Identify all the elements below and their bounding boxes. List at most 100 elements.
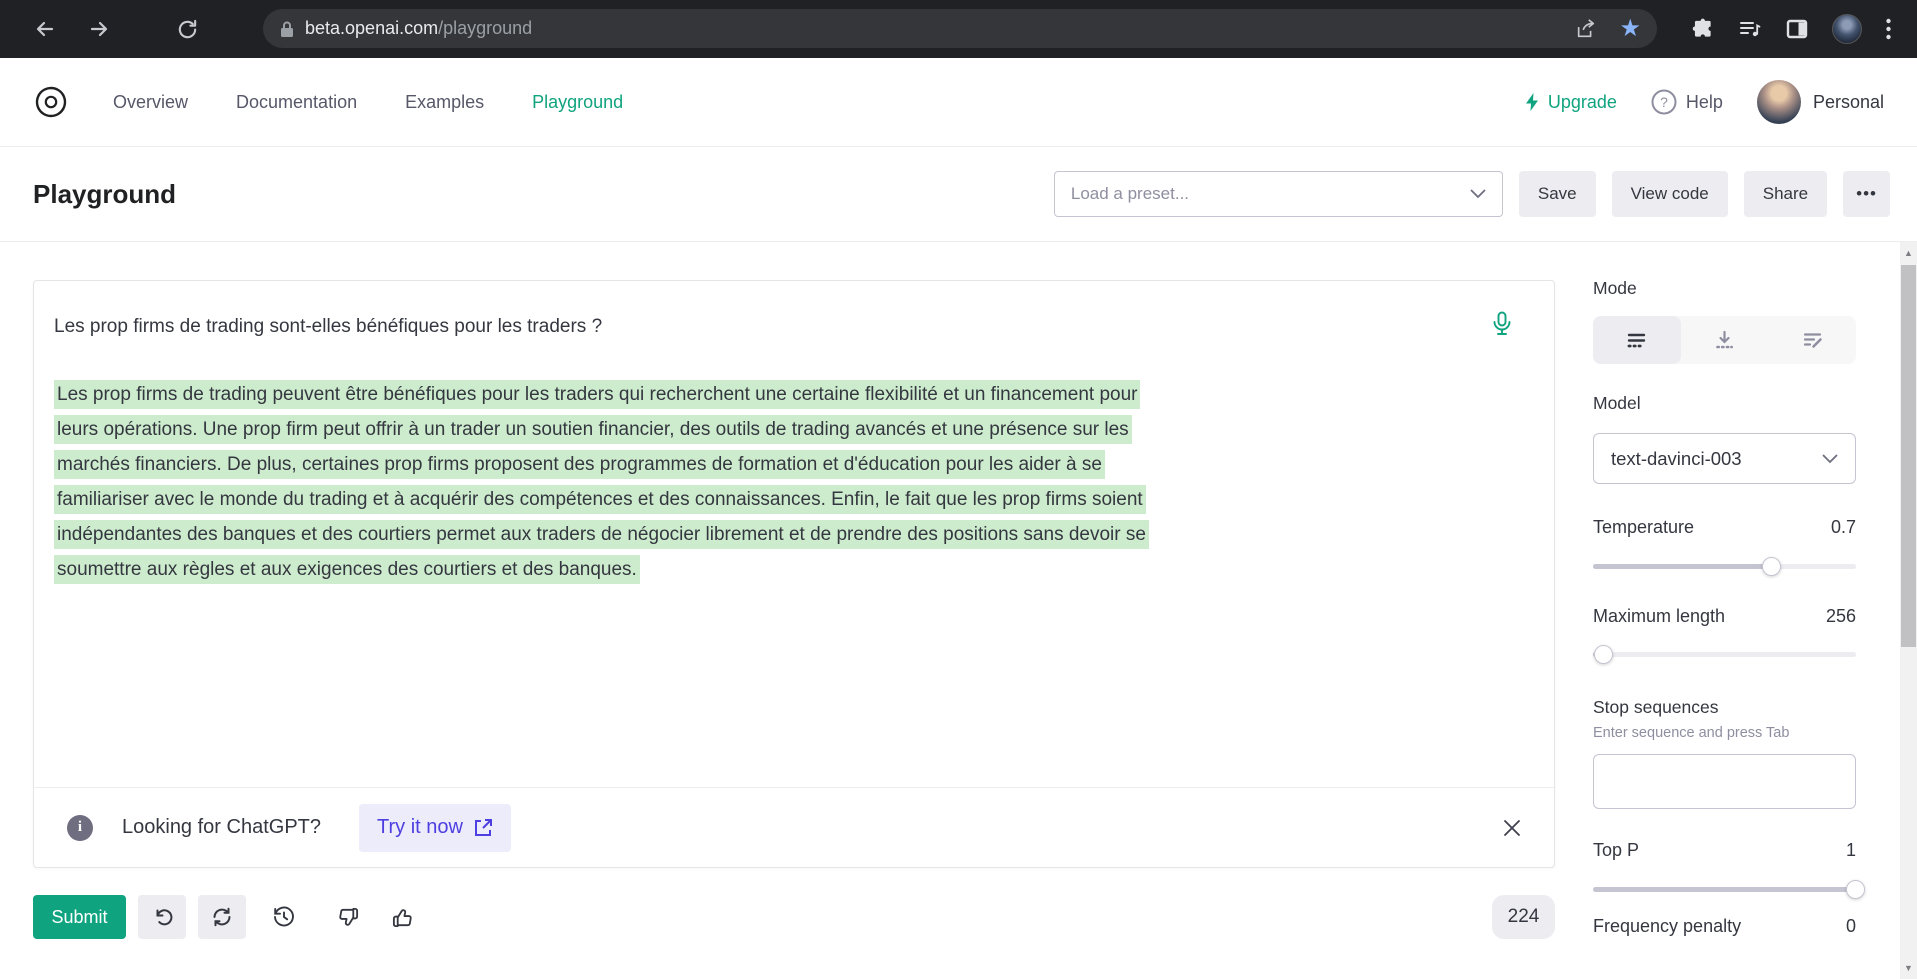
temperature-slider[interactable] <box>1593 564 1856 569</box>
save-button[interactable]: Save <box>1519 171 1596 217</box>
media-controls-icon[interactable] <box>1738 17 1762 41</box>
frequency-penalty-label: Frequency penalty <box>1593 916 1741 937</box>
thumbs-up-icon <box>391 906 414 929</box>
browser-chrome: beta.openai.com/playground ★ <box>0 0 1917 58</box>
completion-line: leurs opérations. Une prop firm peut off… <box>54 415 1132 444</box>
max-length-row: Maximum length 256 <box>1593 606 1856 627</box>
forward-icon <box>87 17 111 41</box>
top-p-slider-thumb[interactable] <box>1846 880 1865 899</box>
browser-back-button[interactable] <box>30 14 60 44</box>
submit-button[interactable]: Submit <box>33 895 126 939</box>
chatgpt-banner: i Looking for ChatGPT? Try it now <box>34 787 1554 867</box>
scrollbar-down-arrow[interactable]: ▼ <box>1900 960 1917 976</box>
completion-line: soumettre aux règles et aux exigences de… <box>54 555 640 584</box>
account-avatar <box>1757 80 1801 124</box>
undo-button[interactable] <box>138 895 186 939</box>
side-panel-icon[interactable] <box>1786 18 1808 40</box>
help-label: Help <box>1686 92 1723 113</box>
model-value: text-davinci-003 <box>1611 448 1742 470</box>
scrollbar-thumb[interactable] <box>1901 265 1916 647</box>
extensions-puzzle-icon[interactable] <box>1691 18 1714 41</box>
account-menu[interactable]: Personal <box>1757 80 1884 124</box>
thumbs-down-button[interactable] <box>326 895 370 939</box>
edit-mode-icon <box>1802 330 1823 351</box>
nav-link-overview[interactable]: Overview <box>113 92 188 113</box>
help-button[interactable]: ? Help <box>1651 89 1723 115</box>
try-chatgpt-link[interactable]: Try it now <box>359 804 511 852</box>
insert-mode-icon <box>1714 330 1735 351</box>
share-button[interactable]: Share <box>1744 171 1827 217</box>
upgrade-button[interactable]: Upgrade <box>1524 92 1617 113</box>
max-length-slider[interactable] <box>1593 652 1856 657</box>
back-icon <box>33 17 57 41</box>
url-path: /playground <box>438 18 532 39</box>
external-link-icon <box>474 818 493 837</box>
url-host: beta.openai.com <box>305 18 438 39</box>
regenerate-button[interactable] <box>198 895 246 939</box>
mode-insert-button[interactable] <box>1681 316 1769 364</box>
page-title: Playground <box>33 179 176 210</box>
share-page-button[interactable] <box>1575 18 1597 40</box>
account-label: Personal <box>1813 92 1884 113</box>
submit-row: Submit 224 <box>33 895 1555 939</box>
frequency-penalty-value: 0 <box>1846 916 1856 937</box>
temperature-row: Temperature 0.7 <box>1593 517 1856 538</box>
thumbs-down-icon <box>337 906 360 929</box>
share-icon <box>1575 18 1597 40</box>
max-length-slider-thumb[interactable] <box>1594 645 1613 664</box>
history-button[interactable] <box>262 895 306 939</box>
mode-label: Mode <box>1593 278 1856 299</box>
more-options-button[interactable]: ••• <box>1843 171 1890 217</box>
mode-edit-button[interactable] <box>1768 316 1856 364</box>
max-length-value: 256 <box>1826 606 1856 627</box>
nav-link-playground[interactable]: Playground <box>532 92 623 113</box>
address-bar[interactable]: beta.openai.com/playground ★ <box>263 9 1657 48</box>
playground-header: Playground Load a preset... Save View co… <box>0 147 1917 242</box>
stop-sequences-input[interactable] <box>1593 754 1856 809</box>
openai-logo[interactable] <box>33 84 69 120</box>
top-p-value: 1 <box>1846 840 1856 861</box>
frequency-penalty-row: Frequency penalty 0 <box>1593 916 1856 937</box>
prompt-editor[interactable]: Les prop firms de trading sont-elles bén… <box>33 280 1555 868</box>
mode-complete-button[interactable] <box>1593 316 1681 364</box>
browser-reload-button[interactable] <box>172 14 202 44</box>
lock-icon <box>279 20 295 38</box>
scrollbar-up-arrow[interactable]: ▲ <box>1900 245 1917 261</box>
completion-line: familiariser avec le monde du trading et… <box>54 485 1146 514</box>
view-code-button[interactable]: View code <box>1612 171 1728 217</box>
lightning-bolt-icon <box>1524 92 1540 112</box>
browser-menu-kebab-icon[interactable] <box>1886 18 1891 40</box>
banner-close-icon[interactable] <box>1503 819 1521 837</box>
info-icon: i <box>67 815 93 841</box>
microphone-icon[interactable] <box>1492 311 1512 337</box>
load-preset-select[interactable]: Load a preset... <box>1054 171 1503 217</box>
browser-profile-avatar[interactable] <box>1832 14 1862 44</box>
completion-line: marchés financiers. De plus, certaines p… <box>54 450 1105 479</box>
settings-sidebar: Mode Model text-davinci-003 Temperature … <box>1593 278 1856 937</box>
banner-message: Looking for ChatGPT? <box>122 816 321 839</box>
workspace: Les prop firms de trading sont-elles bén… <box>0 242 1917 979</box>
nav-link-documentation[interactable]: Documentation <box>236 92 357 113</box>
help-circle-icon: ? <box>1651 89 1677 115</box>
regenerate-icon <box>211 906 233 928</box>
nav-link-examples[interactable]: Examples <box>405 92 484 113</box>
thumbs-up-button[interactable] <box>380 895 424 939</box>
completion-line: indépendantes des banques et des courtie… <box>54 520 1149 549</box>
temperature-slider-thumb[interactable] <box>1762 557 1781 576</box>
completion-text: Les prop firms de trading peuvent être b… <box>54 380 1514 590</box>
svg-text:?: ? <box>1660 94 1668 110</box>
model-select[interactable]: text-davinci-003 <box>1593 433 1856 484</box>
bookmark-star-button[interactable]: ★ <box>1619 18 1641 40</box>
max-length-label: Maximum length <box>1593 606 1725 627</box>
page-scrollbar[interactable]: ▲ ▼ <box>1900 242 1917 979</box>
stop-sequences-hint: Enter sequence and press Tab <box>1593 725 1856 741</box>
undo-icon <box>152 907 173 928</box>
stop-sequences-label: Stop sequences <box>1593 697 1856 718</box>
chevron-down-icon <box>1822 454 1838 464</box>
completion-line: Les prop firms de trading peuvent être b… <box>54 380 1140 409</box>
browser-forward-button[interactable] <box>84 14 114 44</box>
chevron-down-icon <box>1470 189 1486 199</box>
site-nav: Overview Documentation Examples Playgrou… <box>0 58 1917 147</box>
reload-icon <box>176 18 199 41</box>
top-p-slider[interactable] <box>1593 887 1856 892</box>
